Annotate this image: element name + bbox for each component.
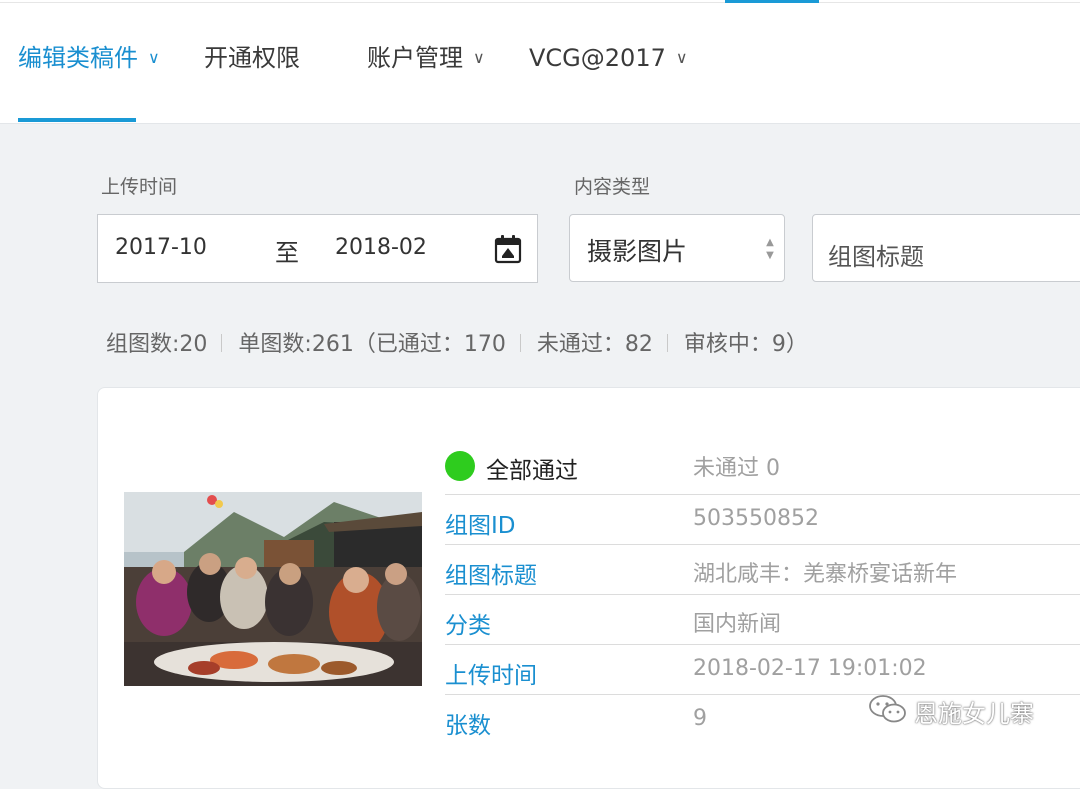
rejected-label: 未通过 0 — [693, 456, 780, 481]
watermark: 恩施女儿寨 — [868, 693, 1034, 728]
select-arrows-icon: ▲ ▼ — [766, 237, 774, 261]
row-value: 9 — [693, 706, 707, 731]
detail-row-upload-time: 上传时间 2018-02-17 19:01:02 — [445, 644, 1080, 694]
calendar-icon[interactable] — [494, 234, 522, 264]
top-nav-bar: 编辑类稿件 ∨ 开通权限 账户管理 ∨ VCG@2017 ∨ — [0, 0, 1080, 124]
row-value: 国内新闻 — [693, 612, 782, 637]
summary-stats: 组图数:20 单图数:261（已通过：170 未通过：82 审核中：9） — [106, 326, 808, 358]
row-divider — [445, 644, 1080, 645]
nav-item-permissions[interactable]: 开通权限 — [204, 38, 300, 78]
single-count: 单图数:261（已通过：170 — [238, 332, 506, 357]
date-range-picker[interactable]: 2017-10 至 2018-02 — [97, 214, 538, 283]
stats-divider — [666, 334, 668, 352]
chevron-down-icon: ∨ — [148, 48, 160, 67]
top-border-line — [0, 2, 1080, 3]
detail-row-title: 组图标题 湖北咸丰：羌寨桥宴话新年 — [445, 544, 1080, 594]
status-indicator-dot — [445, 451, 475, 481]
row-value: 2018-02-17 19:01:02 — [693, 656, 927, 681]
row-value: 湖北咸丰：羌寨桥宴话新年 — [693, 562, 958, 587]
reviewing-count: 审核中：9） — [683, 332, 808, 357]
row-key: 组图标题 — [445, 563, 537, 589]
detail-row-id: 组图ID 503550852 — [445, 494, 1080, 544]
chevron-down-icon: ∨ — [675, 48, 688, 67]
stats-divider — [221, 334, 223, 352]
nav-item-label: 开通权限 — [204, 44, 300, 72]
row-key: 上传时间 — [445, 663, 537, 689]
nav-item-label: VCG@2017 — [529, 44, 666, 72]
photo-thumbnail[interactable] — [124, 492, 422, 686]
group-title-input[interactable] — [812, 214, 1080, 282]
date-to-value[interactable]: 2018-02 — [335, 235, 427, 260]
top-accent-bar — [725, 0, 819, 3]
rejected-count: 未通过：82 — [536, 332, 653, 357]
nav-item-label: 账户管理 — [367, 44, 463, 72]
row-divider — [445, 544, 1080, 545]
content-type-select[interactable]: 摄影图片 ▲ ▼ — [569, 214, 785, 282]
row-key: 组图ID — [445, 513, 516, 539]
row-key: 张数 — [445, 713, 491, 739]
row-divider — [445, 494, 1080, 495]
nav-item-label: 编辑类稿件 — [18, 44, 138, 72]
chevron-down-icon: ∨ — [473, 48, 485, 67]
upload-time-label: 上传时间 — [101, 176, 178, 198]
nav-item-account[interactable]: 账户管理 ∨ — [367, 38, 485, 78]
row-value: 503550852 — [693, 506, 819, 531]
active-tab-underline — [18, 118, 136, 122]
group-count: 组图数:20 — [106, 332, 208, 357]
wechat-icon — [869, 695, 906, 723]
detail-row-category: 分类 国内新闻 — [445, 594, 1080, 644]
date-from-value[interactable]: 2017-10 — [115, 235, 207, 260]
watermark-text: 恩施女儿寨 — [914, 700, 1034, 728]
nav-item-user-menu[interactable]: VCG@2017 ∨ — [529, 38, 688, 78]
date-range-separator: 至 — [275, 239, 299, 267]
nav-item-editorial[interactable]: 编辑类稿件 ∨ — [18, 38, 160, 78]
row-divider — [445, 594, 1080, 595]
content-type-label: 内容类型 — [574, 176, 651, 198]
stats-divider — [519, 334, 521, 352]
row-key: 分类 — [445, 613, 491, 639]
content-type-value: 摄影图片 — [587, 237, 688, 266]
status-label: 全部通过 — [486, 458, 578, 484]
